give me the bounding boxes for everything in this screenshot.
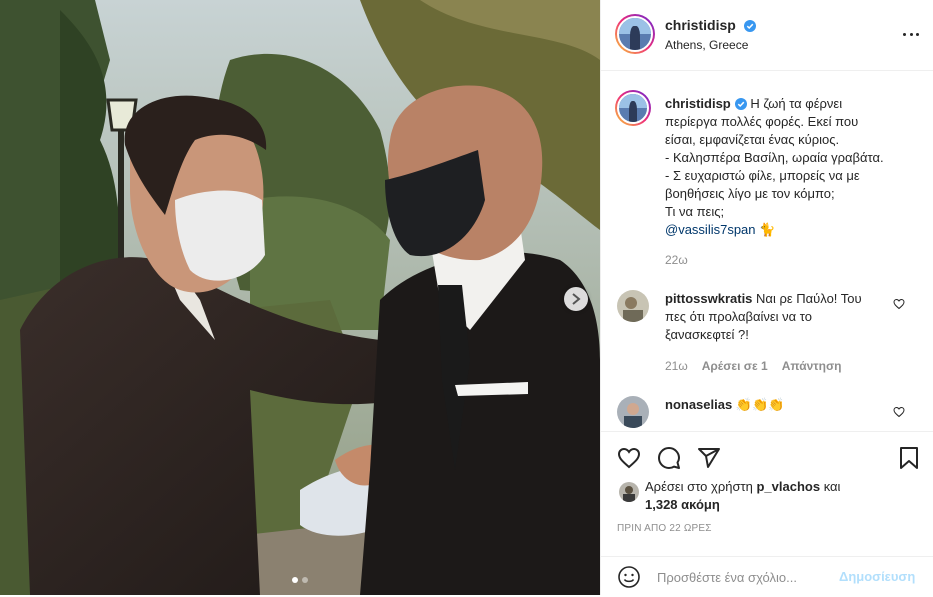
caption-line: Η ζωή τα φέρνει [750,96,843,111]
caption-line: βοηθήσεις λίγο με τον κόμπο; [665,186,835,201]
post-comment-button[interactable]: Δημοσίευση [839,569,915,584]
more-options-button[interactable] [903,26,919,42]
comment-likes[interactable]: Αρέσει σε 1 [702,359,768,373]
heart-outline-icon[interactable] [893,406,905,418]
like-heart-icon[interactable] [617,446,641,470]
verified-badge-icon [734,98,747,110]
comment-item: nonaselias 👏👏👏 [617,396,917,430]
caption-line: περίεργα πολλές φορές. Εκεί που [665,114,859,129]
comment-username[interactable]: nonaselias [665,397,732,412]
likes-count[interactable]: 1,328 ακόμη [645,497,720,512]
carousel-dot [302,577,308,583]
likes-summary: Αρέσει στο χρήστη p_vlachos και 1,328 ακ… [645,478,840,514]
caption-line: - Σ ευχαριστώ φίλε, μπορείς να με [665,168,860,183]
comment-username[interactable]: pittosswkratis [665,291,752,306]
caption-line: είσαι, εμφανίζεται ένας κύριος. [665,132,840,147]
comment-text: Ναι ρε Παύλο! Του [756,291,862,306]
likes-prefix: Αρέσει στο χρήστη [645,479,753,494]
caption-avatar[interactable] [615,90,651,126]
smiley-icon[interactable] [617,565,641,589]
post-photo [0,0,600,595]
post-header: christidisp Athens, Greece [601,0,933,71]
comment-body: pittosswkratis Ναι ρε Παύλο! Του πες ότι… [665,290,895,344]
post-location[interactable]: Athens, Greece [665,38,748,52]
carousel-dot-active [292,577,298,583]
caption-age[interactable]: 22ω [665,251,915,269]
share-send-icon[interactable] [697,446,721,470]
comment-avatar[interactable] [617,290,649,322]
post-actions: Αρέσει στο χρήστη p_vlachos και 1,328 ακ… [601,431,933,592]
liker-username[interactable]: p_vlachos [756,479,820,494]
comment-bubble-icon[interactable] [657,446,681,470]
post-image [0,0,600,595]
add-comment-bar: Δημοσίευση [601,556,933,597]
more-options-icon [903,32,906,36]
liker-avatar[interactable] [619,482,639,502]
comment-avatar[interactable] [617,396,649,428]
post-timestamp[interactable]: ΠΡΙΝ ΑΠΟ 22 ΩΡΕΣ [617,523,712,534]
comment-item: pittosswkratis Ναι ρε Παύλο! Του πες ότι… [617,290,917,380]
likes-and: και [823,479,841,494]
caption-emoji: 🐈 [759,222,776,237]
bookmark-icon[interactable] [897,446,921,470]
comment-body: nonaselias 👏👏👏 [665,396,895,414]
caption-mention[interactable]: @vassilis7span [665,222,756,237]
verified-badge-icon [744,20,757,32]
comment-text: πες ότι προλαβαίνει να το [665,309,812,324]
author-avatar[interactable] [615,14,655,54]
comment-text: ξανασκεφτεί ?! [665,327,749,342]
post-caption: christidisp Η ζωή τα φέρνει περίεργα πολ… [665,95,915,269]
caption-line: Τι να πεις; [665,204,725,219]
chevron-right-icon [572,293,581,305]
author-name-row: christidisp [665,17,757,35]
reply-button[interactable]: Απάντηση [782,359,842,373]
comment-text: 👏👏👏 [735,397,785,412]
comment-meta: 21ω Αρέσει σε 1 Απάντηση [665,359,842,373]
heart-outline-icon[interactable] [893,298,905,310]
carousel-indicator [0,577,600,583]
caption-line: - Καλησπέρα Βασίλη, ωραία γραβάτα. [665,150,884,165]
comment-age[interactable]: 21ω [665,359,688,373]
carousel-next-button[interactable] [564,287,588,311]
author-username[interactable]: christidisp [665,17,736,33]
post-sidebar: christidisp Athens, Greece christidisp Η… [600,0,933,595]
comment-input[interactable] [655,569,839,586]
caption-username[interactable]: christidisp [665,96,731,111]
